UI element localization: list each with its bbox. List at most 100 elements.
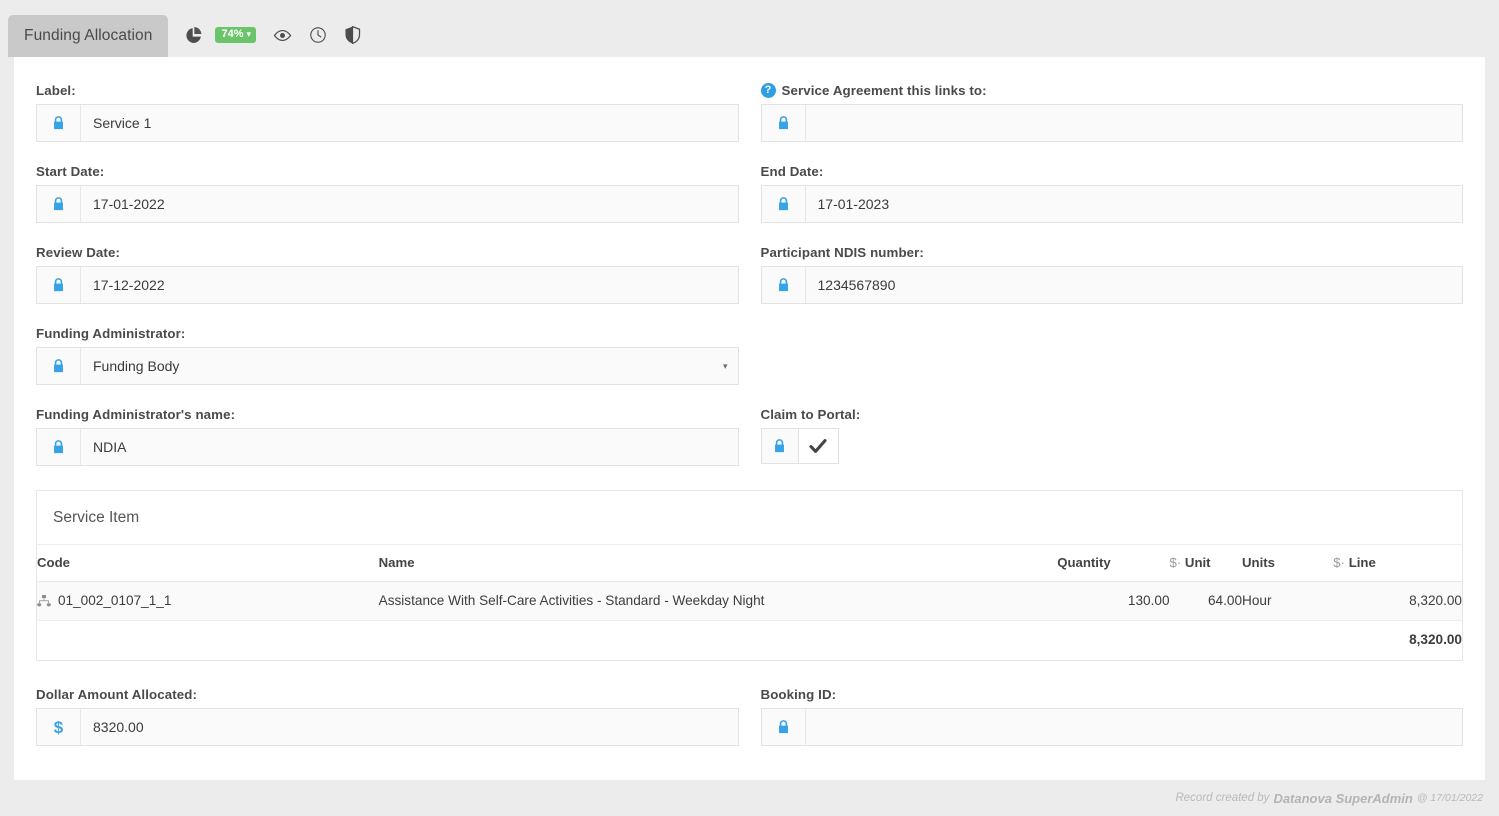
booking-id-input-group[interactable] <box>760 708 1463 746</box>
service-agreement-input-value[interactable] <box>806 105 1463 141</box>
table-total-row: 8,320.00 <box>37 620 1462 660</box>
funding-allocation-card: Label: Service 1 ? Service Agreement thi… <box>14 57 1485 780</box>
tab-label: Funding Allocation <box>24 27 153 44</box>
lock-icon <box>37 267 81 303</box>
record-footer: Record created by Datanova SuperAdmin @ … <box>0 780 1499 816</box>
form-row-3: Review Date: 17-12-2022 Participant NDIS… <box>36 245 1463 326</box>
total-spacer-qty <box>1057 620 1170 660</box>
column-header-units[interactable]: Units <box>1242 545 1334 582</box>
ndis-number-input-value[interactable]: 1234567890 <box>806 267 1463 303</box>
table-row[interactable]: 01_002_0107_1_1 Assistance With Self-Car… <box>37 581 1462 621</box>
dollar-amount-input-group[interactable]: $ 8320.00 <box>36 708 739 746</box>
percent-badge-value: 74% <box>221 28 244 40</box>
field-booking-id: Booking ID: <box>760 687 1463 746</box>
service-item-panel: Service Item Code Name Quantity $· Unit … <box>36 490 1463 661</box>
dot-separator: · <box>1176 555 1182 570</box>
total-spacer-name <box>378 620 1058 660</box>
field-end-date-caption: End Date: <box>760 164 824 179</box>
footer-prefix: Record created by <box>1175 792 1270 804</box>
column-header-unit[interactable]: $· Unit <box>1169 545 1243 582</box>
start-date-input-value[interactable]: 17-01-2022 <box>81 186 738 222</box>
tab-funding-allocation[interactable]: Funding Allocation <box>8 15 169 57</box>
column-header-code[interactable]: Code <box>37 545 379 582</box>
funding-administrator-value: Funding Body <box>93 358 180 374</box>
field-service-agreement-caption: ? Service Agreement this links to: <box>760 83 1464 98</box>
field-ndis-number: Participant NDIS number: 1234567890 <box>760 245 1463 304</box>
field-review-date: Review Date: 17-12-2022 <box>36 245 739 304</box>
claim-to-portal-cluster <box>760 428 1464 464</box>
booking-id-input-value[interactable] <box>806 709 1463 745</box>
field-start-date-caption: Start Date: <box>36 164 105 179</box>
chevron-down-icon: ▾ <box>246 29 252 39</box>
ndis-number-input-group[interactable]: 1234567890 <box>760 266 1463 304</box>
start-date-input-group[interactable]: 17-01-2022 <box>36 185 739 223</box>
total-spacer-unit <box>1169 620 1243 660</box>
table-header-row: Code Name Quantity $· Unit Units $· Line <box>37 545 1462 582</box>
column-header-line-label: Line <box>1348 555 1376 570</box>
field-ndis-number-caption: Participant NDIS number: <box>760 245 924 260</box>
field-label: Label: Service 1 <box>36 83 739 142</box>
review-date-input-value[interactable]: 17-12-2022 <box>81 267 738 303</box>
field-funding-admin-name-caption: Funding Administrator's name: <box>36 407 236 422</box>
field-funding-administrator-caption: Funding Administrator: <box>36 326 186 341</box>
cell-quantity: 130.00 <box>1057 581 1170 621</box>
field-claim-to-portal-caption: Claim to Portal: <box>760 407 861 422</box>
label-input-value[interactable]: Service 1 <box>81 105 738 141</box>
percent-badge[interactable]: 74% ▾ <box>215 27 257 43</box>
field-booking-id-caption: Booking ID: <box>760 687 837 702</box>
lock-icon <box>761 709 806 745</box>
claim-to-portal-checkbox[interactable] <box>798 428 839 464</box>
shield-icon[interactable] <box>344 26 361 44</box>
label-input-group[interactable]: Service 1 <box>36 104 739 142</box>
help-icon[interactable]: ? <box>760 83 776 98</box>
tab-bar: Funding Allocation 74% ▾ <box>0 0 1499 57</box>
form-row-1: Label: Service 1 ? Service Agreement thi… <box>36 83 1463 164</box>
dollar-symbol: $ <box>1333 555 1341 570</box>
column-header-name[interactable]: Name <box>378 545 1058 582</box>
dollar-symbol: $ <box>1169 555 1177 570</box>
footer-user: Datanova SuperAdmin <box>1273 790 1413 806</box>
form-row-4-spacer <box>761 326 1464 407</box>
service-item-table: Code Name Quantity $· Unit Units $· Line <box>37 545 1462 660</box>
cell-units: Hour <box>1242 581 1334 621</box>
service-agreement-input-group[interactable] <box>760 104 1463 142</box>
funding-admin-name-input-group[interactable]: NDIA <box>36 428 739 466</box>
total-value: 8,320.00 <box>1333 620 1462 660</box>
cell-line: 8,320.00 <box>1333 581 1462 621</box>
field-review-date-caption: Review Date: <box>36 245 120 260</box>
field-service-agreement: ? Service Agreement this links to: <box>760 83 1464 142</box>
cell-unit: 64.00 <box>1169 581 1243 621</box>
lock-icon <box>761 267 806 303</box>
dollar-amount-input-value[interactable]: 8320.00 <box>81 709 738 745</box>
lock-icon <box>37 186 81 222</box>
field-funding-admin-name: Funding Administrator's name: NDIA <box>36 407 739 466</box>
pie-chart-icon[interactable] <box>185 26 202 44</box>
form-row-5: Funding Administrator's name: NDIA Claim… <box>36 407 1463 488</box>
cell-code: 01_002_0107_1_1 <box>37 581 379 621</box>
column-header-quantity[interactable]: Quantity <box>1057 545 1170 582</box>
funding-administrator-select[interactable]: Funding Body ▾ <box>36 347 739 385</box>
lock-icon <box>760 428 799 464</box>
funding-admin-name-input-value[interactable]: NDIA <box>81 429 738 465</box>
field-dollar-amount: Dollar Amount Allocated: $ 8320.00 <box>36 687 739 746</box>
column-header-line[interactable]: $· Line <box>1333 545 1462 582</box>
field-end-date: End Date: 17-01-2023 <box>760 164 1463 223</box>
form-row-6: Dollar Amount Allocated: $ 8320.00 Booki… <box>36 687 1463 768</box>
clock-icon[interactable] <box>309 26 327 44</box>
form-row-2: Start Date: 17-01-2022 End Date: 17-01-2… <box>36 164 1463 245</box>
field-dollar-amount-caption: Dollar Amount Allocated: <box>36 687 197 702</box>
total-spacer-code <box>37 620 379 660</box>
review-date-input-group[interactable]: 17-12-2022 <box>36 266 739 304</box>
service-item-title: Service Item <box>37 491 1462 545</box>
dollar-icon: $ <box>37 709 81 745</box>
cell-name: Assistance With Self-Care Activities - S… <box>378 581 1058 621</box>
sitemap-icon <box>37 594 51 607</box>
end-date-input-group[interactable]: 17-01-2023 <box>760 185 1463 223</box>
field-label-caption: Label: <box>36 83 76 98</box>
eye-icon[interactable] <box>273 26 292 45</box>
footer-timestamp: @ 17/01/2022 <box>1416 792 1483 804</box>
lock-icon <box>761 186 806 222</box>
cell-code-value: 01_002_0107_1_1 <box>58 593 172 608</box>
lock-icon <box>761 105 806 141</box>
end-date-input-value[interactable]: 17-01-2023 <box>806 186 1463 222</box>
